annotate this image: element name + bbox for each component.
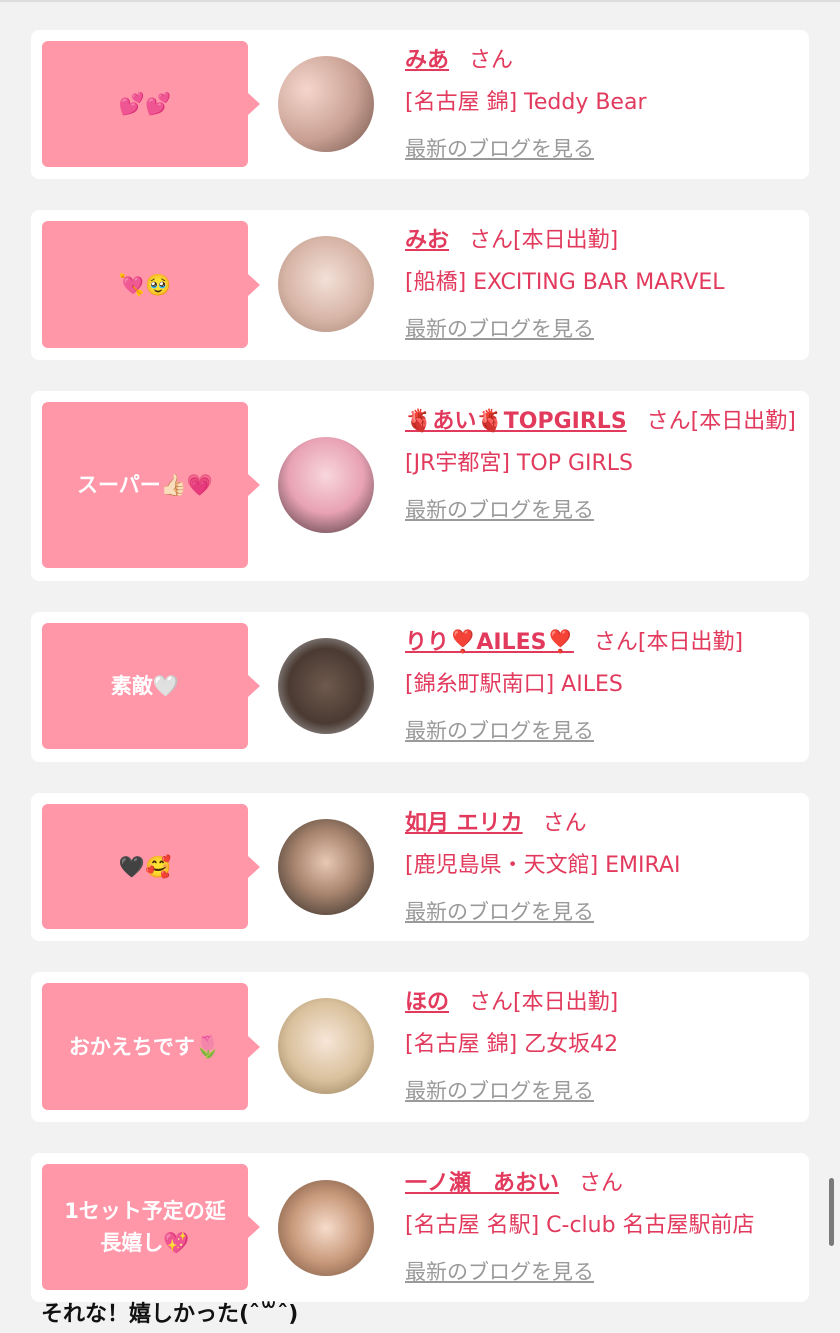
comment-bubble: おかえちです🌷 — [42, 983, 260, 1110]
list-item: 💕💕 みあ さん [名古屋 錦] Teddy Bear 最新のブログを見る — [31, 30, 809, 179]
avatar[interactable] — [278, 638, 374, 734]
shop-label: [名古屋 錦] 乙女坂42 — [405, 1032, 619, 1057]
caption-text: それな！嬉しかった(ˆ꒳ˆ) — [41, 1302, 299, 1327]
latest-blog-link[interactable]: 最新のブログを見る — [405, 312, 594, 346]
name-line: ほの さん[本日出勤] — [405, 984, 797, 1022]
avatar[interactable] — [278, 819, 374, 915]
list-item: 🖤🥰 如月 エリカ さん [鹿児島県・天文館] EMIRAI 最新のブログを見る — [31, 793, 809, 941]
avatar[interactable] — [278, 1180, 374, 1276]
shop-label: [JR宇都宮] TOP GIRLS — [405, 451, 633, 476]
comment-bubble: スーパー👍🏻💗 — [42, 402, 260, 568]
comment-bubble: 1セット予定の延長嬉し💖 — [42, 1164, 260, 1290]
latest-blog-link[interactable]: 最新のブログを見る — [405, 895, 594, 929]
latest-blog-link[interactable]: 最新のブログを見る — [405, 1074, 594, 1108]
name-suffix: さん[本日出勤] — [646, 409, 796, 434]
name-suffix: さん[本日出勤] — [469, 228, 619, 253]
shop-label: [錦糸町駅南口] AILES — [405, 672, 623, 697]
name-line: みあ さん — [405, 42, 797, 80]
entry-info: みあ さん [名古屋 錦] Teddy Bear 最新のブログを見る — [405, 42, 797, 166]
entry-info: 如月 エリカ さん [鹿児島県・天文館] EMIRAI 最新のブログを見る — [405, 805, 797, 929]
scrollbar[interactable] — [829, 1178, 834, 1246]
shop-label: [名古屋 名駅] C-club 名古屋駅前店 — [405, 1213, 755, 1238]
comment-bubble: 素敵🤍 — [42, 623, 260, 749]
list-item: 素敵🤍 りり❣️AILES❣️ さん[本日出勤] [錦糸町駅南口] AILES 最… — [31, 612, 809, 762]
entry-info: 🫀あい🫀TOPGIRLS さん[本日出勤] [JR宇都宮] TOP GIRLS 最… — [405, 403, 797, 527]
name-suffix: さん — [469, 48, 514, 73]
shop-label: [船橋] EXCITING BAR MARVEL — [405, 270, 725, 295]
comment-bubble: 🖤🥰 — [42, 804, 260, 929]
cast-name-link[interactable]: みお — [405, 228, 449, 253]
cast-name-link[interactable]: 🫀あい🫀TOPGIRLS — [405, 409, 627, 434]
entry-info: りり❣️AILES❣️ さん[本日出勤] [錦糸町駅南口] AILES 最新のブロ… — [405, 624, 797, 748]
name-line: 一ノ瀬 あおい さん — [405, 1165, 797, 1203]
cast-name-link[interactable]: ほの — [405, 990, 449, 1015]
comment-bubble: 💕💕 — [42, 41, 260, 167]
name-line: 🫀あい🫀TOPGIRLS さん[本日出勤] — [405, 403, 797, 441]
entry-info: 一ノ瀬 あおい さん [名古屋 名駅] C-club 名古屋駅前店 最新のブログを… — [405, 1165, 797, 1289]
avatar[interactable] — [278, 236, 374, 332]
name-suffix: さん[本日出勤] — [593, 630, 744, 655]
cast-name-link[interactable]: 一ノ瀬 あおい — [405, 1171, 559, 1196]
avatar[interactable] — [278, 998, 374, 1094]
cast-name-link[interactable]: りり❣️AILES❣️ — [405, 630, 574, 655]
entry-info: みお さん[本日出勤] [船橋] EXCITING BAR MARVEL 最新のブ… — [405, 222, 797, 346]
name-suffix: さん — [542, 811, 587, 836]
shop-label: [鹿児島県・天文館] EMIRAI — [405, 853, 681, 878]
latest-blog-link[interactable]: 最新のブログを見る — [405, 714, 594, 748]
name-line: 如月 エリカ さん — [405, 805, 797, 843]
top-divider — [0, 0, 840, 2]
cast-name-link[interactable]: 如月 エリカ — [405, 811, 523, 836]
list-item: 1セット予定の延長嬉し💖 一ノ瀬 あおい さん [名古屋 名駅] C-club 名… — [31, 1153, 809, 1302]
avatar[interactable] — [278, 56, 374, 152]
latest-blog-link[interactable]: 最新のブログを見る — [405, 493, 594, 527]
shop-label: [名古屋 錦] Teddy Bear — [405, 90, 647, 115]
list-item: スーパー👍🏻💗 🫀あい🫀TOPGIRLS さん[本日出勤] [JR宇都宮] TOP… — [31, 391, 809, 581]
latest-blog-link[interactable]: 最新のブログを見る — [405, 132, 594, 166]
name-suffix: さん — [579, 1171, 624, 1196]
list-item: 💘🥹 みお さん[本日出勤] [船橋] EXCITING BAR MARVEL 最… — [31, 210, 809, 360]
name-line: りり❣️AILES❣️ さん[本日出勤] — [405, 624, 797, 662]
entry-info: ほの さん[本日出勤] [名古屋 錦] 乙女坂42 最新のブログを見る — [405, 984, 797, 1108]
avatar[interactable] — [278, 437, 374, 533]
cast-name-link[interactable]: みあ — [405, 48, 449, 73]
list-item: おかえちです🌷 ほの さん[本日出勤] [名古屋 錦] 乙女坂42 最新のブログを… — [31, 972, 809, 1122]
name-line: みお さん[本日出勤] — [405, 222, 797, 260]
comment-bubble: 💘🥹 — [42, 221, 260, 348]
name-suffix: さん[本日出勤] — [469, 990, 619, 1015]
latest-blog-link[interactable]: 最新のブログを見る — [405, 1255, 594, 1289]
